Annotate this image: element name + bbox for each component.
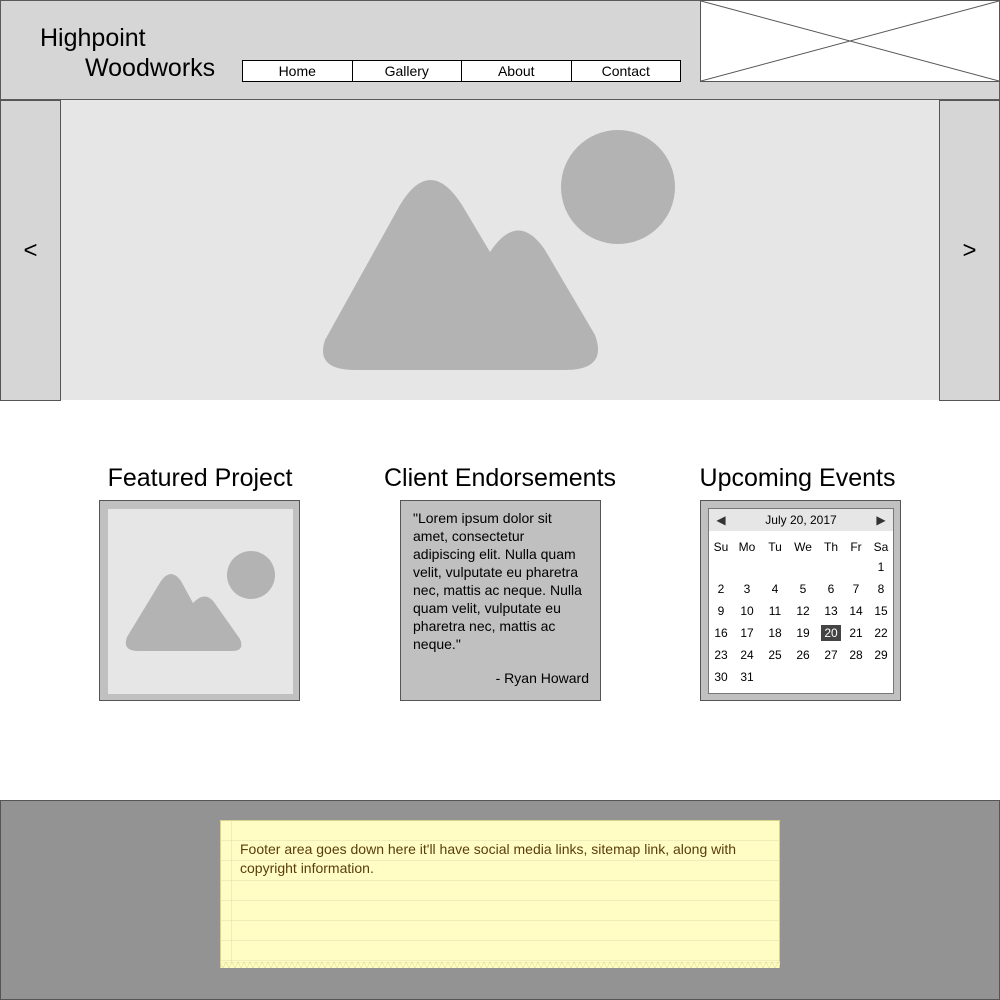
calendar-week-row: 1 (709, 559, 893, 581)
note-torn-edge (220, 962, 780, 969)
main-nav: Home Gallery About Contact (242, 60, 681, 82)
calendar-weekday: Fr (850, 540, 862, 554)
endorsement-quote: "Lorem ipsum dolor sit amet, consectetur… (413, 510, 582, 652)
calendar-day[interactable]: 12 (793, 603, 813, 619)
footer-note-text: Footer area goes down here it'll have so… (240, 841, 737, 876)
nav-contact[interactable]: Contact (570, 61, 681, 81)
note-margin-line (231, 821, 232, 963)
calendar-day[interactable]: 31 (737, 669, 757, 685)
nav-home[interactable]: Home (243, 61, 352, 81)
calendar-week-row: 23 24 25 26 27 28 29 (709, 647, 893, 669)
calendar-day[interactable]: 2 (711, 581, 731, 597)
calendar-day[interactable]: 24 (737, 647, 757, 663)
calendar-day-selected[interactable]: 20 (821, 625, 841, 641)
calendar-day[interactable]: 15 (871, 603, 891, 619)
events-calendar: ◀ July 20, 2017 ▶ Su Mo Tu We Th Fr Sa 1 2 3 4 5 6 7 8… (700, 500, 901, 701)
calendar-day[interactable]: 6 (821, 581, 841, 597)
upcoming-events-title: Upcoming Events (699, 464, 896, 492)
calendar-day[interactable]: 13 (821, 603, 841, 619)
logo-line-1[interactable]: Highpoint (40, 22, 146, 54)
calendar-day[interactable]: 4 (765, 581, 785, 597)
calendar-day[interactable]: 19 (793, 625, 813, 641)
calendar-week-row: 2345678 (709, 581, 893, 603)
calendar-day[interactable]: 18 (765, 625, 785, 641)
client-endorsements-title: Client Endorsements (383, 464, 617, 492)
calendar-day[interactable]: 23 (711, 647, 731, 663)
calendar-day[interactable]: 30 (711, 669, 731, 685)
calendar-weekday: Su (713, 540, 729, 554)
endorsement-card: "Lorem ipsum dolor sit amet, consectetur… (400, 500, 601, 701)
image-placeholder-icon (125, 551, 275, 651)
nav-gallery[interactable]: Gallery (351, 61, 462, 81)
featured-project-title: Featured Project (107, 464, 293, 492)
calendar-day[interactable]: 9 (711, 603, 731, 619)
nav-about[interactable]: About (461, 61, 571, 81)
hero-carousel (0, 100, 1000, 400)
calendar-weekday-row: Su Mo Tu We Th Fr Sa (709, 539, 893, 561)
calendar-day[interactable]: 21 (846, 625, 866, 641)
calendar-day[interactable]: 29 (871, 647, 891, 663)
hero-image-icon (323, 130, 675, 370)
calendar-header: ◀ July 20, 2017 ▶ (709, 509, 893, 531)
calendar-weekday: We (794, 540, 812, 554)
calendar-month-title: July 20, 2017 (765, 513, 837, 527)
triangle-left-icon[interactable]: ◀ (711, 509, 731, 531)
calendar-day[interactable]: 28 (846, 647, 866, 663)
calendar-day[interactable]: 14 (846, 603, 866, 619)
calendar-day[interactable]: 5 (793, 581, 813, 597)
banner-image-placeholder (700, 0, 1000, 82)
calendar-week-row: 9 10 11 12 13 14 15 (709, 603, 893, 625)
calendar-day[interactable]: 1 (871, 559, 891, 575)
calendar-day[interactable]: 8 (871, 581, 891, 597)
calendar-day[interactable]: 16 (711, 625, 731, 641)
calendar-day[interactable]: 17 (737, 625, 757, 641)
calendar-weekday: Mo (738, 540, 756, 554)
calendar-week-row: 30 31 (709, 669, 893, 691)
calendar-weekday: Th (823, 540, 838, 554)
calendar-day[interactable]: 3 (737, 581, 757, 597)
logo-line-2[interactable]: Woodworks (85, 52, 215, 84)
carousel-prev-button[interactable]: < (0, 100, 61, 401)
triangle-right-icon[interactable]: ▶ (871, 509, 891, 531)
calendar-day[interactable]: 7 (846, 581, 866, 597)
calendar-weekday: Tu (768, 540, 782, 554)
featured-project-card[interactable] (99, 500, 300, 701)
calendar-day[interactable]: 22 (871, 625, 891, 641)
calendar-weekday: Sa (873, 540, 889, 554)
endorsement-author: - Ryan Howard (495, 670, 589, 686)
calendar-day[interactable]: 10 (737, 603, 757, 619)
featured-project-image (108, 509, 293, 694)
calendar-day[interactable]: 27 (821, 647, 841, 663)
footer-sticky-note: Footer area goes down here it'll have so… (220, 820, 780, 968)
calendar-week-row: 16 17 18 19 20 21 22 (709, 625, 893, 647)
calendar-day[interactable]: 11 (765, 603, 785, 619)
calendar-day[interactable]: 26 (793, 647, 813, 663)
calendar-widget: ◀ July 20, 2017 ▶ Su Mo Tu We Th Fr Sa 1 2 3 4 5 6 7 8… (708, 508, 894, 694)
calendar-day[interactable]: 25 (765, 647, 785, 663)
carousel-next-button[interactable]: > (939, 100, 1000, 401)
